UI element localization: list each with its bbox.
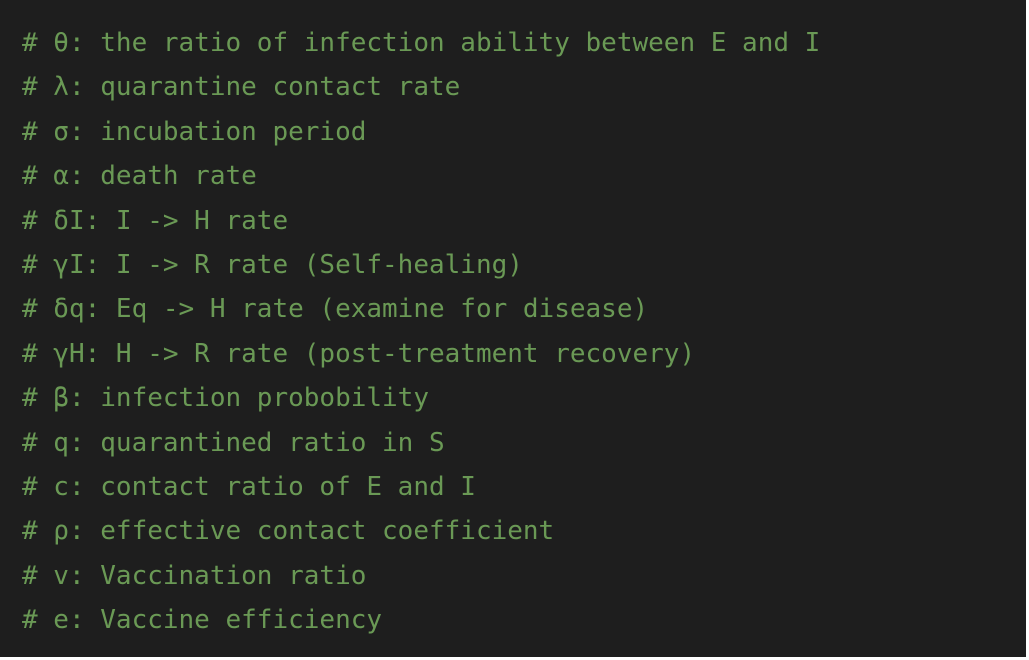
comment-line-c: # c: contact ratio of E and I (22, 471, 476, 502)
code-editor[interactable]: # θ: the ratio of infection ability betw… (0, 0, 1029, 660)
comment-line-delta-q: # δq: Eq -> H rate (examine for disease) (22, 294, 649, 325)
comment-line-theta: # θ: the ratio of infection ability betw… (22, 28, 821, 58)
comment-line-e: # e: Vaccine efficiency (22, 605, 383, 636)
comment-line-q: # q: quarantined ratio in S (22, 427, 445, 458)
comment-line-alpha: # α: death rate (22, 161, 257, 192)
comment-line-gamma-h: # γH: H -> R rate (post-treatment recove… (22, 338, 696, 369)
comment-line-rho: # ρ: effective contact coefficient (22, 516, 555, 547)
comment-line-delta-i: # δI: I -> H rate (22, 205, 289, 236)
comment-line-sigma: # σ: incubation period (22, 116, 367, 147)
comment-line-gamma-i: # γI: I -> R rate (Self-healing) (22, 249, 523, 280)
comment-line-beta: # β: infection probobility (22, 383, 429, 414)
comment-line-lambda: # λ: quarantine contact rate (22, 72, 461, 103)
comment-line-v: # v: Vaccination ratio (22, 560, 367, 591)
